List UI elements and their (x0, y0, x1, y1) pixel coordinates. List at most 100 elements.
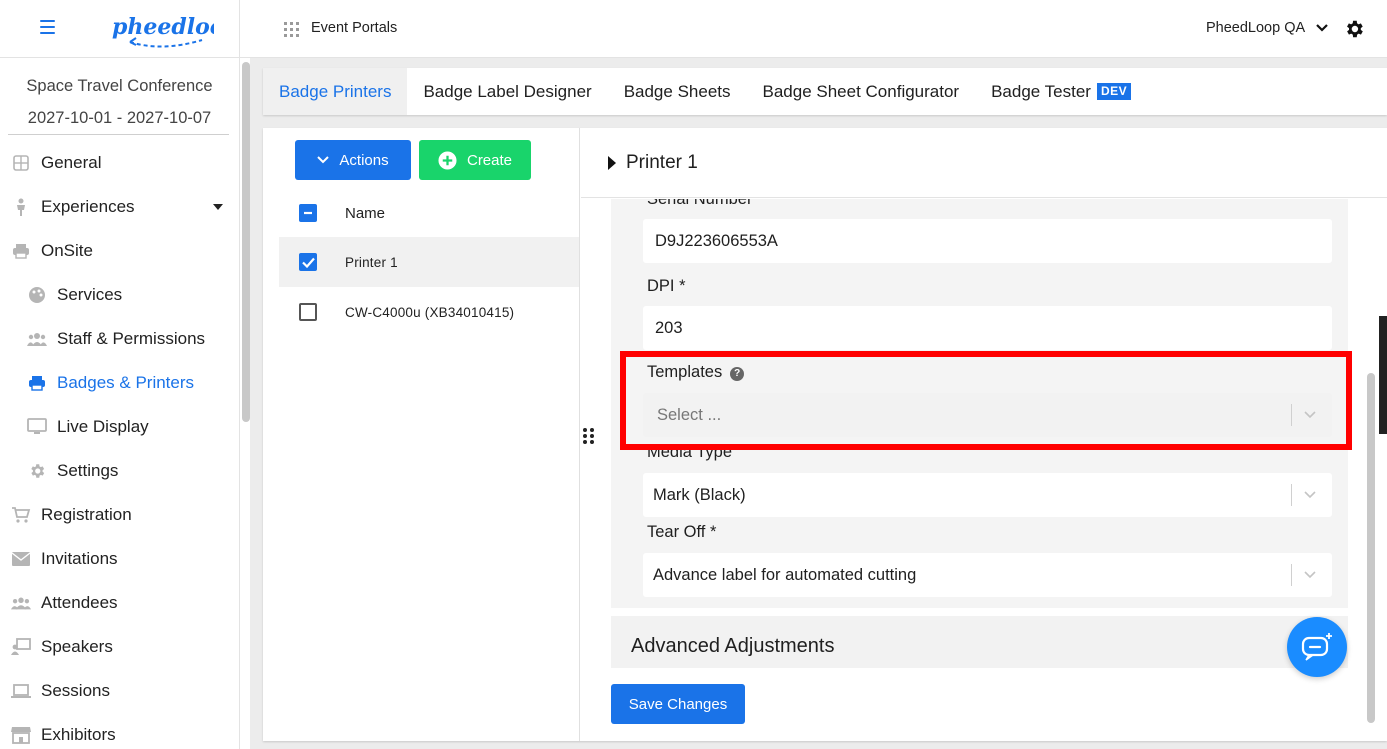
account-menu[interactable]: PheedLoop QA (1206, 20, 1305, 36)
sidebar-scrollbar[interactable] (242, 62, 250, 422)
tab-label: Badge Tester (991, 82, 1091, 101)
sidebar-item-label: Live Display (57, 417, 149, 436)
select-all-checkbox[interactable] (299, 204, 317, 222)
tear-off-value: Advance label for automated cutting (653, 566, 917, 584)
chevron-down-icon[interactable] (1304, 489, 1316, 499)
sidebar-item-experiences[interactable]: Experiences (0, 185, 239, 229)
chevron-down-icon[interactable] (1304, 569, 1316, 579)
row-checkbox[interactable] (299, 303, 317, 321)
templates-label: Templates? (647, 363, 745, 382)
sidebar-item-registration[interactable]: Registration (0, 493, 239, 537)
list-header: Name (279, 188, 579, 238)
tab-badge-sheets[interactable]: Badge Sheets (608, 68, 747, 115)
sidebar-item-services[interactable]: Services (0, 273, 239, 317)
caret-right-icon (608, 155, 616, 170)
divider (8, 134, 229, 135)
cart-icon (11, 505, 31, 525)
table-row[interactable]: CW-C4000u (XB34010415) (279, 287, 579, 337)
sidebar-item-label: General (41, 153, 102, 172)
printer-list: Actions Create Name Printer 1 CW-C4000u … (263, 128, 580, 741)
row-checkbox[interactable] (299, 253, 317, 271)
sidebar-item-settings[interactable]: Settings (0, 449, 239, 493)
hamburger-menu-icon[interactable] (40, 20, 55, 34)
media-type-select[interactable]: Mark (Black) (643, 473, 1332, 517)
tab-label: Badge Sheets (623, 82, 731, 101)
event-portals-link[interactable]: Event Portals (311, 20, 397, 36)
help-icon[interactable]: ? (730, 367, 745, 381)
apps-grid-icon[interactable] (284, 22, 299, 37)
pheedloop-logo[interactable]: pheedloop (110, 10, 214, 48)
table-row[interactable]: Printer 1 (279, 237, 579, 287)
printer-title: Printer 1 (626, 151, 698, 173)
sidebar-item-attendees[interactable]: Attendees (0, 581, 239, 625)
event-dates: 2027-10-01 - 2027-10-07 (27, 109, 212, 127)
sidebar-item-sessions[interactable]: Sessions (0, 669, 239, 713)
sidebar-item-label: OnSite (41, 241, 93, 260)
sidebar-item-label: Settings (57, 461, 119, 480)
templates-label-text: Templates (647, 363, 723, 381)
printer-icon (11, 241, 31, 261)
sidebar-item-invitations[interactable]: Invitations (0, 537, 239, 581)
sidebar-item-label: Exhibitors (41, 725, 116, 744)
svg-text:pheedloop: pheedloop (112, 14, 214, 40)
gear-icon[interactable] (1343, 18, 1365, 40)
sidebar-item-label: Speakers (41, 637, 113, 656)
sidebar-item-onsite[interactable]: OnSite (0, 229, 239, 273)
create-button[interactable]: Create (419, 140, 531, 180)
laptop-icon (11, 681, 31, 701)
actions-button[interactable]: Actions (295, 140, 411, 180)
sidebar-nav: General Experiences OnSite Services Staf… (0, 141, 239, 749)
chat-bubble-icon[interactable] (1287, 617, 1347, 677)
tab-label: Badge Sheet Configurator (762, 82, 960, 101)
sidebar-item-live-display[interactable]: Live Display (0, 405, 239, 449)
chevron-down-icon[interactable] (1304, 409, 1316, 419)
printers-panel: Actions Create Name Printer 1 CW-C4000u … (263, 128, 1387, 741)
dpi-input[interactable]: 203 (643, 306, 1332, 350)
serial-number-label: Serial Number (647, 199, 753, 208)
media-type-label: Media Type (647, 443, 732, 461)
logo-bar: pheedloop (0, 0, 239, 58)
templates-select[interactable]: Select ... (643, 393, 1332, 437)
advanced-adjustments-section[interactable]: Advanced Adjustments (611, 616, 1348, 668)
select-separator (1291, 564, 1292, 586)
column-header-name[interactable]: Name (345, 205, 385, 222)
tab-badge-tester[interactable]: Badge Tester DEV (975, 68, 1147, 115)
window-edge (1379, 316, 1387, 434)
check-icon (301, 257, 315, 268)
tab-badge-sheet-configurator[interactable]: Badge Sheet Configurator (747, 68, 976, 115)
person-icon (11, 197, 31, 217)
sidebar-item-speakers[interactable]: Speakers (0, 625, 239, 669)
grid-icon (11, 153, 31, 173)
create-label: Create (466, 151, 513, 169)
presenter-icon (11, 637, 31, 657)
chevron-down-icon[interactable] (213, 204, 223, 210)
tear-off-label: Tear Off * (647, 523, 717, 541)
tab-bar: Badge Printers Badge Label Designer Badg… (263, 68, 1387, 115)
media-type-value: Mark (Black) (653, 486, 746, 504)
detail-scrollbar[interactable] (1367, 373, 1375, 723)
gear-icon (27, 461, 47, 481)
printer-detail: Printer 1 Serial Number D9J223606553A DP… (581, 128, 1387, 741)
tear-off-select[interactable]: Advance label for automated cutting (643, 553, 1332, 597)
dpi-label: DPI * (647, 277, 686, 295)
tab-badge-printers[interactable]: Badge Printers (263, 68, 408, 115)
mail-icon (11, 549, 31, 569)
topbar: Event Portals PheedLoop QA (240, 0, 1387, 58)
sidebar-item-staff-permissions[interactable]: Staff & Permissions (0, 317, 239, 361)
select-separator (1291, 484, 1292, 506)
people-icon (11, 593, 31, 613)
serial-number-input[interactable]: D9J223606553A (643, 219, 1332, 263)
dev-badge: DEV (1096, 83, 1132, 100)
sidebar-item-exhibitors[interactable]: Exhibitors (0, 713, 239, 749)
tab-badge-label-designer[interactable]: Badge Label Designer (407, 68, 607, 115)
sidebar-item-label: Sessions (41, 681, 110, 700)
sidebar-item-label: Invitations (41, 549, 118, 568)
sidebar: pheedloop Space Travel Conference 2027-1… (0, 0, 240, 749)
printer-header[interactable]: Printer 1 (581, 128, 1387, 198)
chevron-down-icon[interactable] (1315, 21, 1329, 35)
sidebar-item-badges-printers[interactable]: Badges & Printers (0, 361, 239, 405)
save-changes-button[interactable]: Save Changes (611, 684, 745, 724)
sidebar-item-general[interactable]: General (0, 141, 239, 185)
event-info: Space Travel Conference 2027-10-01 - 202… (0, 58, 239, 135)
row-name: Printer 1 (345, 254, 398, 270)
